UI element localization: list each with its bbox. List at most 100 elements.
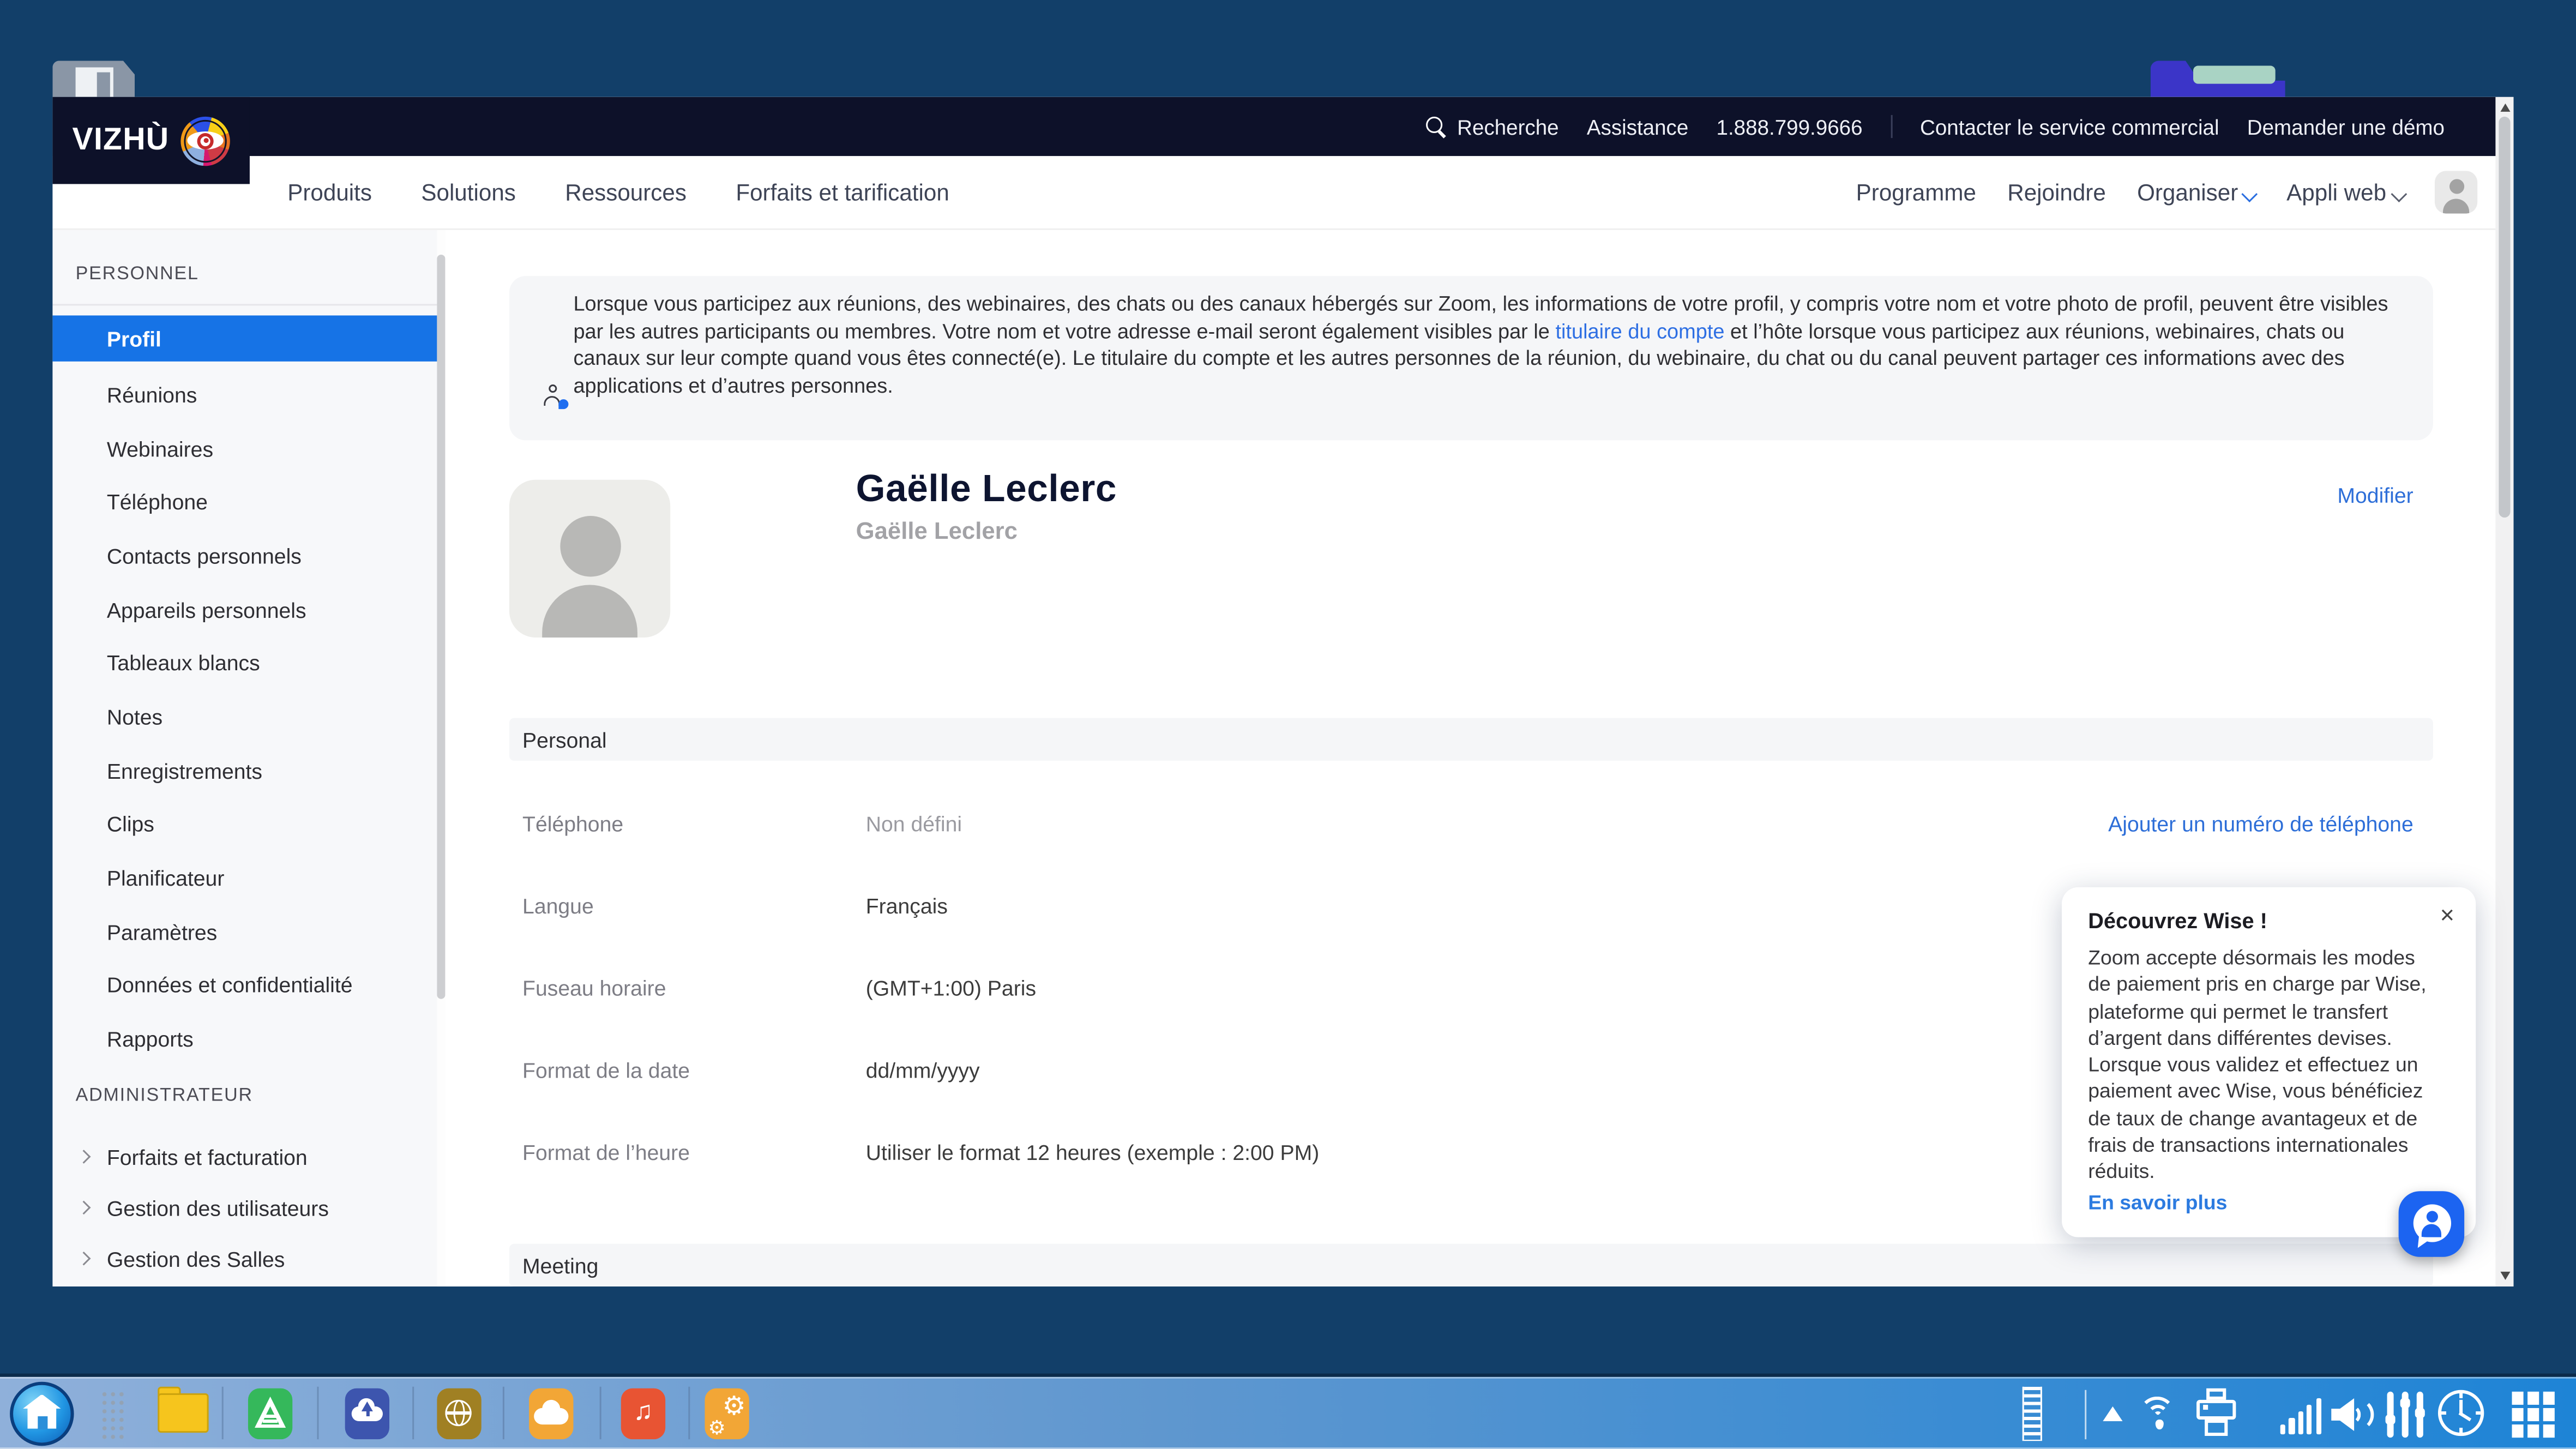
sidebar-list: Réunions Webinaires Téléphone Contacts p… (52, 368, 445, 1066)
brand-name: VIZHÙ (73, 122, 170, 158)
profile-name: Gaëlle Leclerc (856, 467, 1117, 511)
nav-left: Produits Solutions Ressources Forfaits e… (287, 179, 949, 205)
wifi-icon[interactable] (2139, 1392, 2178, 1431)
taskbar-separator (688, 1387, 690, 1439)
volume-icon[interactable] (2331, 1393, 2374, 1436)
row-value: dd/mm/yyyy (866, 1057, 980, 1082)
cloud-storage-icon[interactable] (529, 1388, 573, 1439)
row-label: Langue (509, 893, 866, 917)
settings-gears-icon[interactable]: ⚙⚙ (705, 1388, 749, 1439)
brand-logo[interactable]: VIZHÙ (52, 97, 250, 184)
taskbar-separator (600, 1387, 601, 1439)
search-icon (1426, 116, 1447, 137)
nav-solutions[interactable]: Solutions (421, 179, 516, 205)
profile-display-name: Gaëlle Leclerc (856, 519, 1018, 545)
support-chat-icon (2412, 1204, 2450, 1242)
account-owner-link[interactable]: titulaire du compte (1555, 320, 1724, 342)
sidebar-item-appareils-personnels[interactable]: Appareils personnels (52, 583, 445, 636)
sidebar-item-rapports[interactable]: Rapports (52, 1013, 445, 1066)
eye-icon (180, 116, 230, 165)
person-privacy-icon (544, 384, 567, 407)
web-browser-icon[interactable] (437, 1388, 481, 1439)
chevron-down-icon (2242, 185, 2258, 201)
topbar-divider (1891, 115, 1892, 138)
nav-forfaits[interactable]: Forfaits et tarification (736, 179, 949, 205)
row-value: Utiliser le format 12 heures (exemple : … (866, 1139, 1320, 1164)
green-app-icon[interactable] (248, 1388, 292, 1439)
row-value: Français (866, 893, 948, 917)
contact-sales-link[interactable]: Contacter le service commercial (1920, 114, 2219, 139)
search-label: Recherche (1457, 114, 1558, 139)
sidebar-item-telephone[interactable]: Téléphone (52, 476, 445, 529)
user-avatar[interactable] (2435, 171, 2477, 213)
sidebar-item-contacts-personnels[interactable]: Contacts personnels (52, 529, 445, 582)
nav-ressources[interactable]: Ressources (565, 179, 687, 205)
add-phone-link[interactable]: Ajouter un numéro de téléphone (2108, 811, 2414, 835)
sidebar-item-tableaux-blancs[interactable]: Tableaux blancs (52, 636, 445, 690)
profile-avatar[interactable] (509, 480, 670, 638)
row-label: Format de la date (509, 1057, 866, 1082)
section-header-personal: Personal (509, 718, 2433, 761)
edit-profile-link[interactable]: Modifier (2337, 483, 2413, 508)
sidebar-item-enregistrements[interactable]: Enregistrements (52, 744, 445, 797)
nav-rejoindre[interactable]: Rejoindre (2007, 179, 2106, 205)
taskbar-separator (412, 1387, 414, 1439)
sidebar-item-gestion-utilisateurs[interactable]: Gestion des utilisateurs (52, 1183, 445, 1234)
sidebar-item-clips[interactable]: Clips (52, 798, 445, 851)
clock-icon[interactable] (2438, 1390, 2484, 1436)
chevron-right-icon (77, 1150, 91, 1164)
row-telephone: Téléphone Non défini Ajouter un numéro d… (509, 782, 2433, 864)
scroll-down-arrow[interactable] (2500, 1272, 2509, 1280)
support-chat-button[interactable] (2399, 1191, 2465, 1257)
floppy-disk-icon (52, 61, 135, 97)
home-launcher-button[interactable] (10, 1381, 74, 1445)
chevron-right-icon (77, 1201, 91, 1215)
sidebar-item-reunions[interactable]: Réunions (52, 368, 445, 422)
row-value: Non défini (866, 811, 962, 835)
sidebar-item-donnees-confidentialite[interactable]: Données et confidentialité (52, 959, 445, 1012)
sidebar-item-webinaires[interactable]: Webinaires (52, 422, 445, 475)
mixer-sliders-icon[interactable] (2386, 1392, 2425, 1438)
desktop-folder-paper (2193, 66, 2276, 84)
media-player-icon[interactable]: ♫ (621, 1388, 665, 1439)
sidebar-item-profil[interactable]: Profil (52, 315, 445, 361)
site-topbar: Recherche Assistance 1.888.799.9666 Cont… (52, 97, 2513, 156)
nav-right: Programme Rejoindre Organiser Appli web (1856, 171, 2478, 213)
row-label: Fuseau horaire (509, 975, 866, 1000)
file-manager-icon[interactable] (158, 1393, 208, 1433)
signal-bars-icon[interactable] (2280, 1398, 2321, 1434)
row-value: (GMT+1:00) Paris (866, 975, 1036, 1000)
request-demo-link[interactable]: Demander une démo (2247, 114, 2445, 139)
grip-handle (100, 1390, 125, 1439)
row-label: Format de l’heure (509, 1139, 866, 1164)
assistance-link[interactable]: Assistance (1587, 114, 1688, 139)
tray-separator (2085, 1390, 2086, 1439)
chevron-down-icon (2391, 185, 2406, 201)
privacy-banner: Lorsque vous participez aux réunions, de… (509, 276, 2433, 440)
learn-more-link[interactable]: En savoir plus (2088, 1191, 2449, 1213)
page-scrollbar[interactable] (2495, 97, 2513, 1286)
close-icon[interactable]: × (2440, 902, 2454, 930)
scroll-up-arrow[interactable] (2500, 104, 2509, 112)
sidebar-item-forfaits-facturation[interactable]: Forfaits et facturation (52, 1132, 445, 1183)
sidebar-scrollbar-thumb[interactable] (437, 255, 445, 999)
search-button[interactable]: Recherche (1426, 114, 1559, 139)
nav-organiser[interactable]: Organiser (2137, 179, 2255, 205)
sidebar-item-notes[interactable]: Notes (52, 690, 445, 744)
scrollbar-thumb[interactable] (2499, 117, 2510, 518)
up-arrow-icon[interactable] (2103, 1406, 2122, 1421)
app-grid-icon[interactable] (2512, 1392, 2555, 1438)
nav-produits[interactable]: Produits (287, 179, 372, 205)
dock-icon[interactable] (2023, 1387, 2042, 1441)
phone-number[interactable]: 1.888.799.9666 (1717, 114, 1863, 139)
sidebar-item-planificateur[interactable]: Planificateur (52, 851, 445, 905)
wise-popup: Découvrez Wise ! × Zoom accepte désormai… (2062, 887, 2476, 1237)
nav-appli-web[interactable]: Appli web (2286, 179, 2404, 205)
nav-programme[interactable]: Programme (1856, 179, 1976, 205)
sidebar-section-administrateur: ADMINISTRATEUR (76, 1086, 253, 1105)
main-nav: Produits Solutions Ressources Forfaits e… (52, 156, 2495, 230)
sidebar-item-parametres[interactable]: Paramètres (52, 905, 445, 959)
printer-icon[interactable] (2196, 1388, 2236, 1441)
sidebar-item-gestion-salles[interactable]: Gestion des Salles (52, 1234, 445, 1285)
cloud-upload-icon[interactable] (345, 1388, 389, 1439)
